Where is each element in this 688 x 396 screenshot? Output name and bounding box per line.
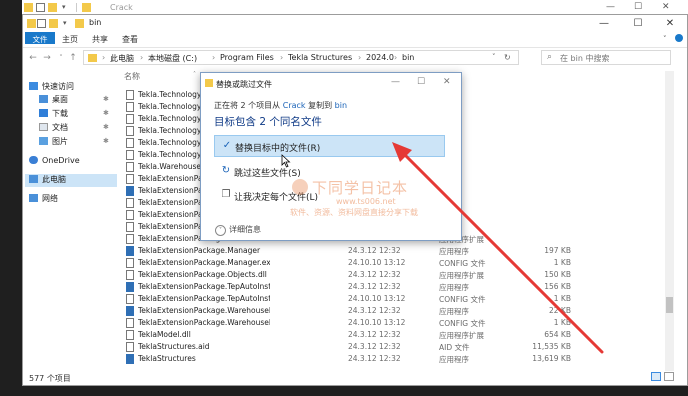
annotation-arrow-icon (392, 142, 604, 354)
